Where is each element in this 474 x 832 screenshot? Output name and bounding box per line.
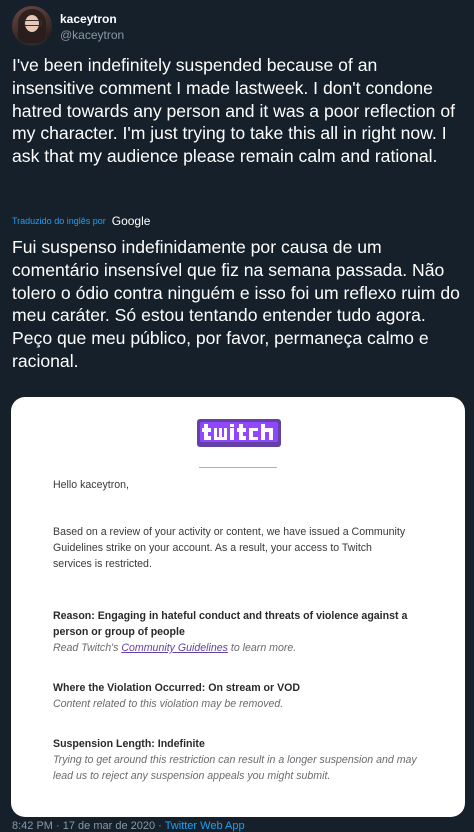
where-section: Where the Violation Occurred: On stream …	[53, 680, 433, 712]
author-display-name[interactable]: kaceytron	[60, 12, 117, 26]
length-note: Trying to get around this restriction ca…	[53, 754, 417, 782]
where-label: Where the Violation Occurred: On stream …	[53, 682, 301, 694]
email-greeting: Hello kaceytron,	[53, 479, 129, 491]
reason-label: Reason: Engaging in hateful conduct and …	[53, 610, 408, 638]
tweet-header: kaceytron @kaceytron	[12, 6, 462, 46]
email-body: Based on a review of your activity or co…	[53, 526, 406, 570]
tweet-footer: 8:42 PM · 17 de mar de 2020 · Twitter We…	[12, 820, 245, 832]
tweet-translation: Fui suspenso indefinidamente por causa d…	[12, 237, 460, 371]
length-label: Suspension Length: Indefinite	[53, 738, 205, 750]
logo-divider	[199, 467, 277, 468]
length-section: Suspension Length: Indefinite Trying to …	[53, 736, 433, 784]
avatar[interactable]	[12, 6, 52, 46]
tweet-media-image[interactable]: Hello kaceytron, Based on a review of yo…	[11, 397, 465, 817]
author-handle[interactable]: @kaceytron	[60, 28, 124, 42]
twitch-logo	[197, 419, 281, 447]
google-logo: Google	[111, 214, 151, 228]
where-note: Content related to this violation may be…	[53, 698, 284, 710]
community-guidelines-link[interactable]: Community Guidelines	[121, 642, 228, 654]
reason-section: Reason: Engaging in hateful conduct and …	[53, 608, 433, 656]
tweet-time[interactable]: 8:42 PM	[12, 820, 53, 832]
tweet-source[interactable]: Twitter Web App	[165, 820, 245, 832]
tweet-text: I've been indefinitely suspended because…	[12, 55, 456, 167]
reason-note: Read Twitch's Community Guidelines to le…	[53, 642, 297, 654]
translation-attribution: Traduzido do inglês por Google	[12, 214, 150, 228]
tweet-date[interactable]: 17 de mar de 2020	[63, 820, 155, 832]
translated-by-label: Traduzido do inglês por	[12, 216, 106, 226]
